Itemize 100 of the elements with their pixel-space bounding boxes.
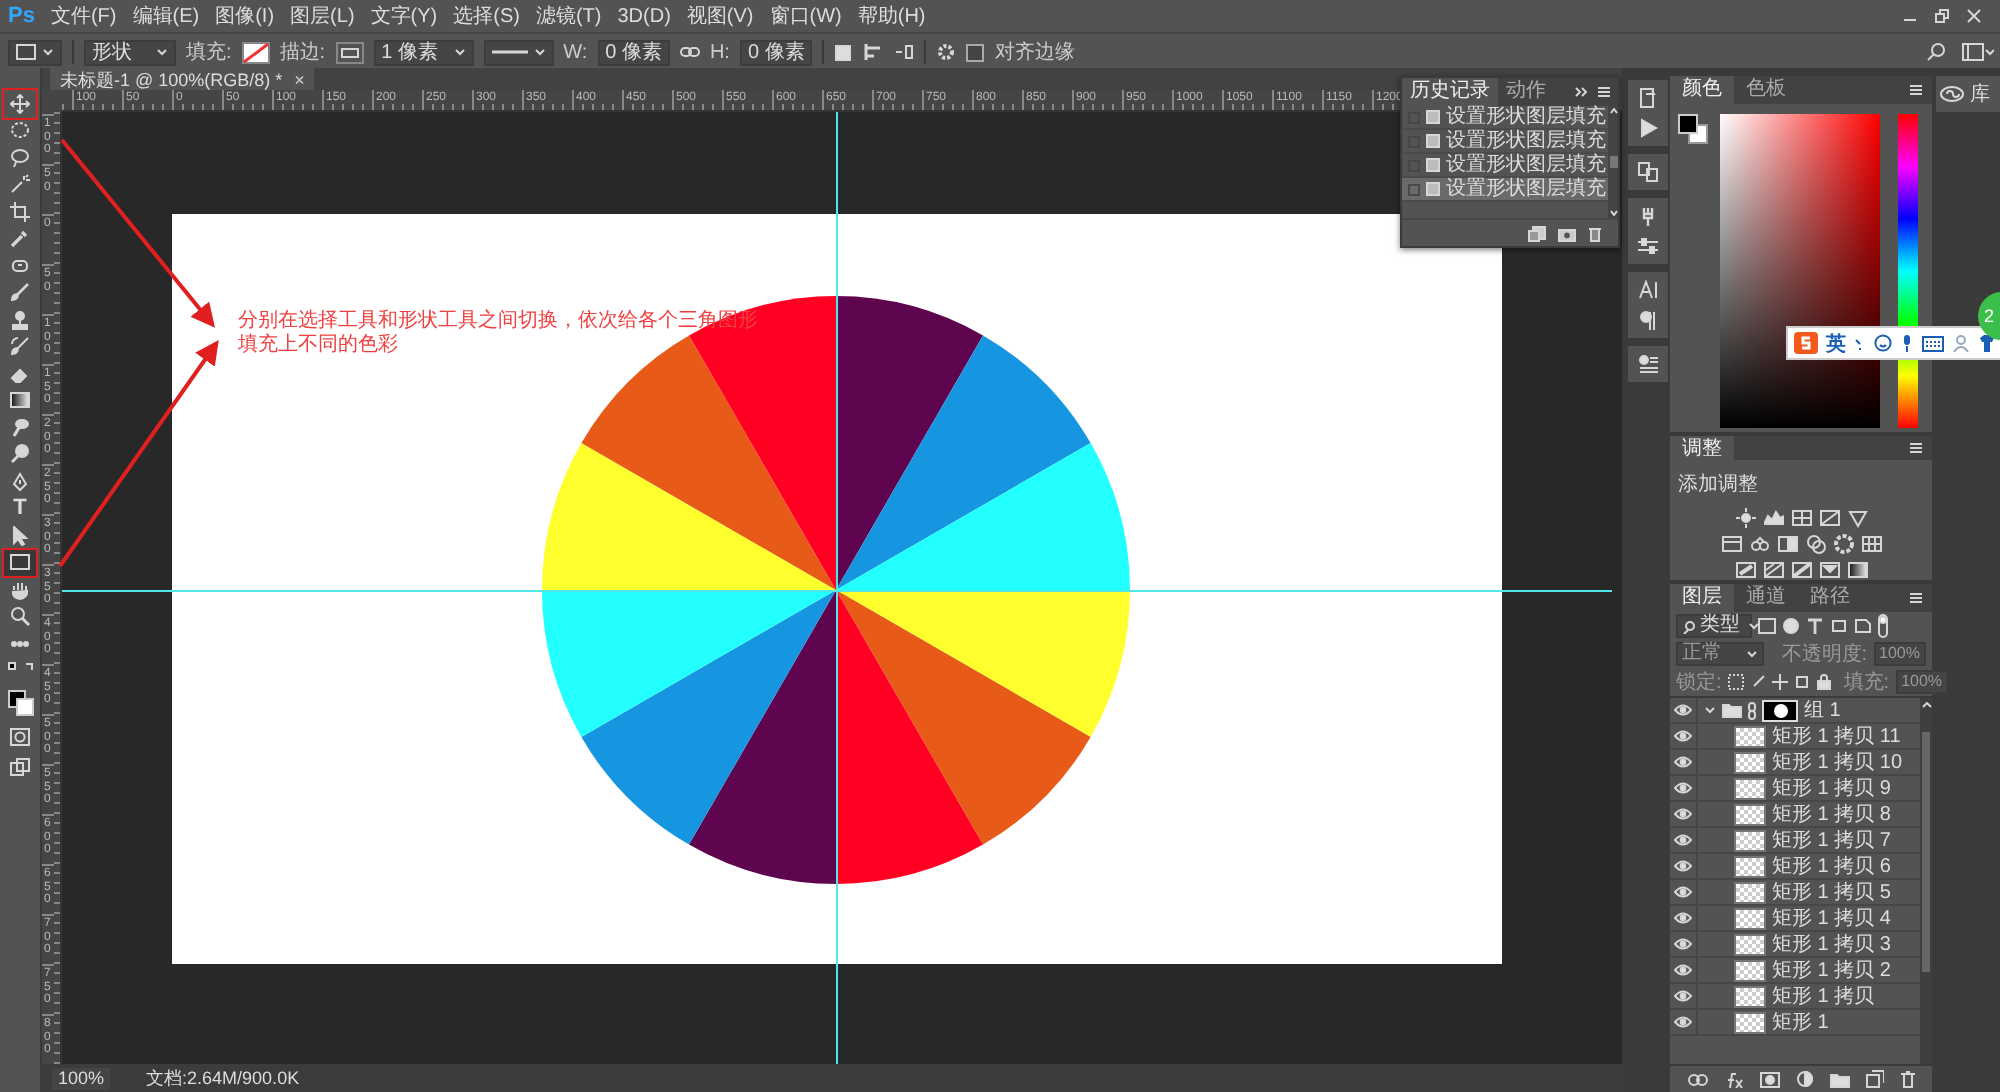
caret-icon[interactable] <box>156 48 168 56</box>
clone-source-icon[interactable] <box>1638 162 1658 182</box>
opacity-field[interactable]: 100% <box>1873 642 1926 666</box>
layer-name[interactable]: 矩形 1 拷贝 11 <box>1772 722 1901 750</box>
adjustment-icon[interactable] <box>1861 534 1881 554</box>
color-swatches[interactable] <box>1678 114 1710 146</box>
fill-swatch[interactable] <box>241 41 270 63</box>
adjustment-icon[interactable] <box>1763 560 1783 580</box>
adjustment-icon[interactable] <box>1749 534 1769 554</box>
folder-icon[interactable] <box>1829 1071 1849 1087</box>
zoom-field[interactable]: 100% <box>52 1067 111 1089</box>
stroke-type-dropdown[interactable] <box>483 39 554 65</box>
caret-icon[interactable] <box>453 48 466 56</box>
scroll-up-icon[interactable] <box>1921 702 1931 708</box>
library-tab[interactable]: 库 <box>1936 76 2000 112</box>
restore-icon[interactable] <box>1934 8 1950 24</box>
stroke-swatch[interactable] <box>335 41 364 63</box>
move-tool[interactable] <box>4 90 36 117</box>
expanded-caret-icon[interactable] <box>1704 704 1716 716</box>
panel-tab[interactable]: 通道 <box>1734 584 1798 612</box>
play-icon[interactable] <box>1638 118 1658 138</box>
layer-name[interactable]: 矩形 1 <box>1772 1008 1829 1036</box>
gradient-tool[interactable] <box>4 387 36 414</box>
caret-icon[interactable] <box>1748 622 1760 630</box>
filter-dropdown[interactable]: 类型 <box>1676 614 1752 638</box>
properties-icon[interactable] <box>1638 354 1658 374</box>
crop-tool[interactable] <box>4 198 36 225</box>
history-item[interactable]: 设置形状图层填充 <box>1402 178 1608 202</box>
sliders-icon[interactable] <box>1638 236 1658 256</box>
layer-name[interactable]: 矩形 1 拷贝 <box>1772 982 1875 1010</box>
image-filter-icon[interactable] <box>1758 618 1776 634</box>
panel-menu-icon[interactable] <box>1908 442 1924 454</box>
workspace-icon[interactable] <box>1962 42 1994 62</box>
settings-icon[interactable] <box>936 42 957 62</box>
menu-item[interactable]: 图层(L) <box>290 2 355 30</box>
layer-name[interactable]: 矩形 1 拷贝 6 <box>1772 852 1891 880</box>
menu-item[interactable]: 图像(I) <box>215 2 275 30</box>
layer-name[interactable]: 矩形 1 拷贝 5 <box>1772 878 1891 906</box>
caret-icon[interactable] <box>533 48 546 56</box>
lock-pixels-icon[interactable] <box>1727 674 1744 690</box>
eye-icon[interactable] <box>1674 964 1692 976</box>
close-icon[interactable] <box>1966 8 1982 24</box>
type-filter-icon[interactable] <box>1806 618 1824 634</box>
type-tool[interactable]: T <box>4 495 36 522</box>
mode-dropdown[interactable]: 形状 <box>84 39 176 65</box>
eye-icon[interactable] <box>1674 834 1692 846</box>
menu-item[interactable]: 帮助(H) <box>857 2 926 30</box>
close-tab-button[interactable]: × <box>294 65 305 93</box>
adjustment-layer-icon[interactable] <box>1795 1070 1813 1088</box>
trash-icon[interactable] <box>1588 225 1602 241</box>
menu-item[interactable]: 选择(S) <box>453 2 520 30</box>
scroll-up-icon[interactable] <box>1609 108 1617 114</box>
layer-name[interactable]: 矩形 1 拷贝 8 <box>1772 800 1891 828</box>
menu-item[interactable]: 3D(D) <box>617 5 671 27</box>
eye-icon[interactable] <box>1674 912 1692 924</box>
panel-tab[interactable]: 色板 <box>1734 76 1798 104</box>
eye-icon[interactable] <box>1674 704 1692 716</box>
swap-colors-icon[interactable] <box>23 661 33 671</box>
menu-item[interactable]: 视图(V) <box>686 2 754 30</box>
panel-tab[interactable]: 颜色 <box>1670 76 1734 104</box>
color-field[interactable] <box>1720 114 1880 428</box>
shape-filter-icon[interactable] <box>1830 618 1848 634</box>
eye-icon[interactable] <box>1674 860 1692 872</box>
eye-icon[interactable] <box>1674 756 1692 768</box>
adjustment-icon[interactable] <box>1819 560 1839 580</box>
eye-icon[interactable] <box>1674 938 1692 950</box>
panel-menu-icon[interactable] <box>1596 86 1612 98</box>
quick-mask-tool[interactable] <box>4 723 36 750</box>
layer-name[interactable]: 矩形 1 拷贝 7 <box>1772 826 1891 854</box>
history-icon[interactable] <box>1638 88 1658 108</box>
default-colors-icon[interactable] <box>7 661 17 671</box>
menu-item[interactable]: 滤镜(T) <box>535 2 602 30</box>
blend-mode-dropdown[interactable]: 正常 <box>1676 642 1764 666</box>
link-layers-icon[interactable] <box>1687 1073 1707 1085</box>
eye-icon[interactable] <box>1674 782 1692 794</box>
layer-name[interactable]: 组 1 <box>1804 698 1841 724</box>
layer-name[interactable]: 矩形 1 拷贝 9 <box>1772 774 1891 802</box>
history-item[interactable]: 设置形状图层填充 <box>1402 130 1608 154</box>
menu-item[interactable]: 文件(F) <box>50 2 117 30</box>
lock-artboard-icon[interactable] <box>1793 674 1810 690</box>
eye-icon[interactable] <box>1674 1016 1692 1028</box>
layer-name[interactable]: 矩形 1 拷贝 3 <box>1772 930 1891 958</box>
smart-object-filter-icon[interactable] <box>1854 618 1872 634</box>
panel-tab[interactable]: 图层 <box>1670 584 1734 612</box>
trash-icon[interactable] <box>1899 1070 1915 1088</box>
path-alignment-icon[interactable] <box>864 42 885 62</box>
lock-brush-icon[interactable] <box>1749 674 1766 690</box>
layer-name[interactable]: 矩形 1 拷贝 10 <box>1772 748 1903 776</box>
panel-menu-icon[interactable] <box>1908 84 1924 96</box>
eye-icon[interactable] <box>1674 730 1692 742</box>
adjustment-icon[interactable] <box>1791 560 1811 580</box>
scroll-down-icon[interactable] <box>1609 210 1617 216</box>
tool-preset-picker[interactable] <box>8 39 62 65</box>
panel-menu-icon[interactable] <box>1908 592 1924 604</box>
new-layer-icon[interactable] <box>1865 1070 1883 1088</box>
menu-item[interactable]: 编辑(E) <box>132 2 200 30</box>
layer-name[interactable]: 矩形 1 拷贝 2 <box>1772 956 1891 984</box>
document-tab[interactable]: 未标题-1 @ 100%(RGB/8) * × <box>50 68 315 90</box>
eye-icon[interactable] <box>1674 886 1692 898</box>
stroke-width-field[interactable]: 1 像素 <box>373 39 474 65</box>
